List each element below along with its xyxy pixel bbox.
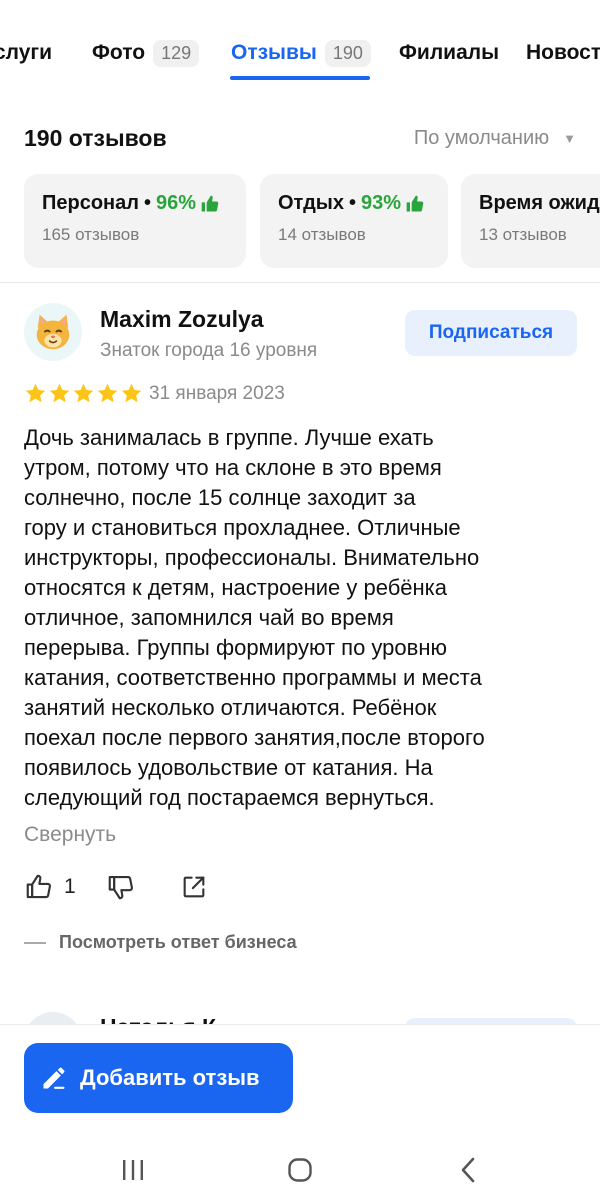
aspect-review-count: 14 отзывов — [278, 225, 366, 244]
system-navigation-bar — [0, 1136, 600, 1200]
tab-count-badge: 129 — [153, 39, 200, 67]
tab-label: Фото — [92, 41, 146, 64]
thumbs-up-icon — [200, 194, 220, 214]
separator-dot: • — [349, 192, 357, 214]
pencil-icon — [40, 1064, 68, 1092]
thumbs-down-icon[interactable] — [106, 872, 136, 902]
avatar[interactable] — [24, 303, 82, 361]
tab-services[interactable]: слуги — [0, 36, 52, 70]
aspect-percent: 96% — [155, 192, 197, 214]
add-review-label: Добавить отзыв — [80, 1065, 260, 1090]
business-reply-link[interactable]: Посмотреть ответ бизнеса — [24, 932, 297, 953]
star-icon — [121, 383, 142, 403]
aspect-percent: 93% — [361, 192, 402, 214]
aspect-carousel[interactable]: Персонал • 96% 165 отзывов Отдых • 93% 1… — [24, 174, 600, 268]
review-actions: 1 — [24, 870, 208, 904]
review-author-level: Знаток города 16 уровня — [100, 340, 318, 361]
tab-reviews[interactable]: Отзывы 190 — [231, 36, 371, 70]
star-icon — [25, 383, 46, 403]
like-count: 1 — [64, 875, 76, 898]
aspect-review-count: 165 отзывов — [42, 225, 140, 244]
back-icon[interactable] — [448, 1150, 488, 1190]
aspect-card-rest[interactable]: Отдых • 93% 14 отзывов — [260, 174, 448, 268]
star-icon — [73, 383, 94, 403]
tab-news[interactable]: Новост — [526, 36, 600, 70]
tab-photo[interactable]: Фото 129 — [92, 36, 200, 70]
reviews-header: 190 отзывов По умолчанию ▼ — [24, 120, 576, 156]
review-text: Дочь занималась в группе. Лучше ехать ут… — [24, 425, 485, 810]
tab-label: слуги — [0, 41, 53, 64]
tab-label: Филиалы — [399, 41, 500, 64]
aspect-card-staff[interactable]: Персонал • 96% 165 отзывов — [24, 174, 246, 268]
aspect-name: Время ожид — [479, 192, 600, 214]
sort-dropdown[interactable]: По умолчанию ▼ — [414, 127, 576, 150]
tab-branches[interactable]: Филиалы — [399, 36, 499, 70]
tab-bar: слуги Фото 129 Отзывы 190 Филиалы Новост — [0, 0, 600, 95]
rating-stars — [24, 382, 143, 405]
caret-down-icon: ▼ — [563, 130, 576, 146]
review-date: 31 января 2023 — [149, 383, 285, 404]
cat-face-icon — [36, 314, 70, 350]
aspect-card-wait-time[interactable]: Время ожид 13 отзывов — [461, 174, 600, 268]
tab-label: Новост — [526, 41, 600, 64]
collapse-link[interactable]: Свернуть — [24, 823, 116, 847]
aspect-name: Персонал — [42, 192, 139, 214]
business-reply-label: Посмотреть ответ бизнеса — [59, 932, 297, 952]
aspect-name: Отдых — [278, 192, 344, 214]
tab-label: Отзывы — [231, 41, 317, 64]
reviews-count: 190 отзывов — [24, 124, 167, 151]
sort-label: По умолчанию — [413, 126, 550, 149]
star-icon — [97, 383, 118, 403]
aspect-review-count: 13 отзывов — [479, 225, 567, 244]
active-tab-indicator — [230, 76, 370, 80]
bottom-action-bar: Добавить отзыв — [0, 1024, 600, 1136]
subscribe-button[interactable]: Подписаться — [405, 310, 577, 356]
thumbs-up-icon[interactable] — [24, 872, 54, 902]
dash-icon — [24, 941, 46, 944]
home-icon[interactable] — [280, 1150, 320, 1190]
separator-dot: • — [143, 192, 151, 214]
add-review-button[interactable]: Добавить отзыв — [24, 1043, 293, 1113]
share-icon[interactable] — [180, 873, 208, 901]
tab-count-badge: 190 — [324, 39, 371, 67]
star-icon — [49, 383, 70, 403]
section-divider — [0, 282, 600, 283]
thumbs-up-icon — [405, 194, 425, 214]
review-author-name[interactable]: Maxim Zozulya — [100, 306, 264, 333]
recent-apps-icon[interactable] — [113, 1150, 153, 1190]
